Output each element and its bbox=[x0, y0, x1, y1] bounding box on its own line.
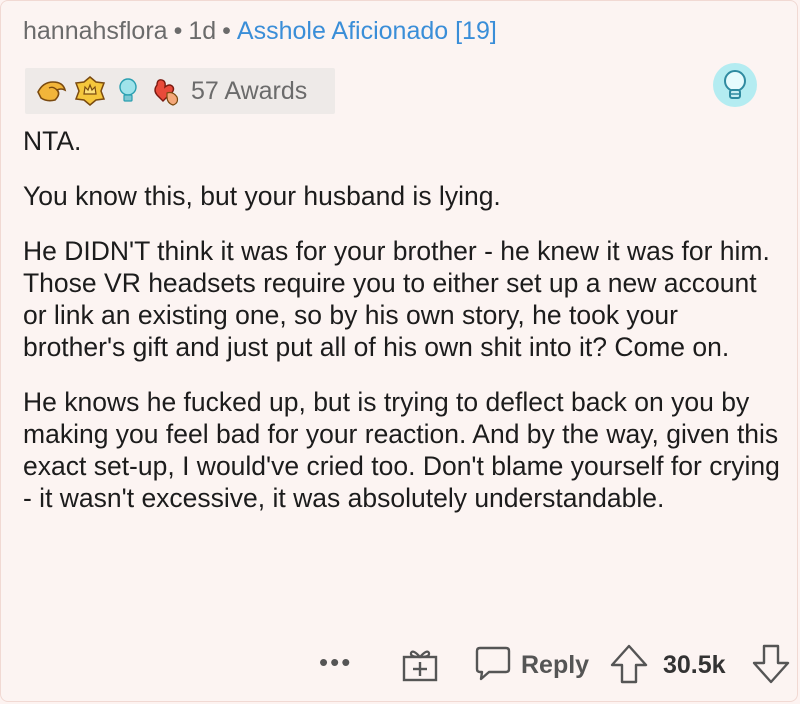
heart-hands-award-icon bbox=[149, 74, 183, 108]
crown-award-icon bbox=[73, 74, 107, 108]
separator-dot: • bbox=[173, 17, 183, 45]
comment-card: hannahsflora • 1d • Asshole Aficionado [19] bbox=[0, 0, 798, 702]
user-flair: Asshole Aficionado [19] bbox=[236, 17, 497, 45]
comment-body: NTA. You know this, but your husband is … bbox=[23, 125, 783, 537]
reply-icon[interactable] bbox=[473, 645, 513, 683]
vote-score: 30.5k bbox=[663, 651, 726, 679]
paragraph: He knows he fucked up, but is trying to … bbox=[23, 387, 780, 513]
separator-dot: • bbox=[222, 17, 231, 45]
paragraph: NTA. bbox=[23, 126, 82, 156]
awards-bar[interactable]: 57 Awards bbox=[25, 68, 335, 114]
comment-age: 1d bbox=[188, 17, 217, 45]
username[interactable]: hannahsflora bbox=[23, 17, 168, 45]
bulb-award-icon bbox=[111, 74, 145, 108]
paragraph: You know this, but your husband is lying… bbox=[23, 181, 501, 211]
reply-button[interactable]: Reply bbox=[521, 651, 589, 680]
downvote-icon[interactable] bbox=[751, 643, 791, 685]
comment-actions: ••• Reply 30.5k bbox=[1, 637, 800, 693]
comment-header: hannahsflora • 1d • Asshole Aficionado [19] bbox=[23, 17, 497, 46]
more-options-button[interactable]: ••• bbox=[319, 647, 352, 678]
bulb-badge-icon bbox=[711, 61, 759, 109]
upvote-icon[interactable] bbox=[609, 643, 649, 685]
gift-award-icon[interactable] bbox=[401, 645, 439, 683]
hand-award-icon bbox=[35, 74, 69, 108]
awards-count: 57 Awards bbox=[191, 76, 308, 105]
paragraph: He DIDN'T think it was for your brother … bbox=[23, 236, 770, 362]
